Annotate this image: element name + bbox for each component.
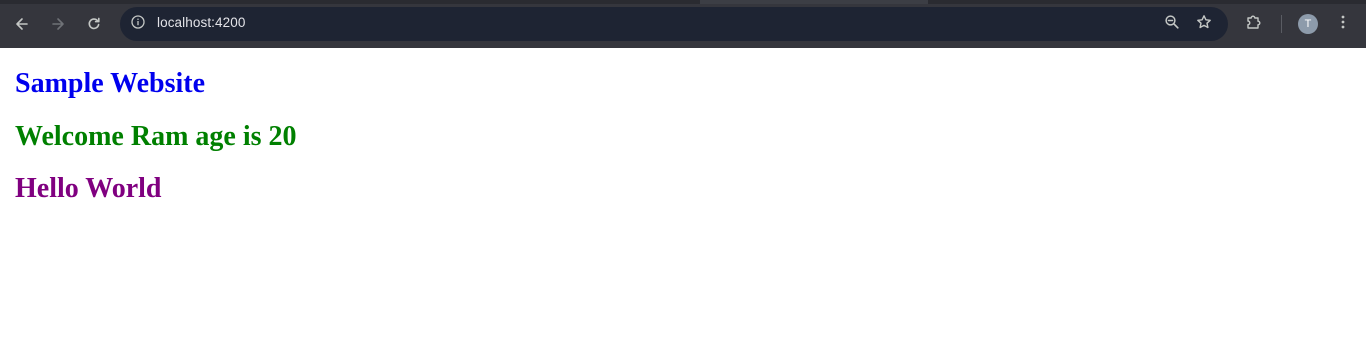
reload-button[interactable] (81, 11, 107, 37)
tab-strip (0, 0, 1366, 4)
toolbar-divider (1281, 15, 1282, 33)
welcome-heading: Welcome Ram age is 20 (15, 121, 297, 152)
browser-menu-button[interactable] (1331, 12, 1355, 36)
zoom-out-icon (1164, 14, 1180, 35)
page-content: Sample Website Welcome Ram age is 20 Hel… (0, 48, 1366, 353)
back-arrow-icon (14, 16, 30, 32)
address-bar[interactable]: localhost:4200 (120, 7, 1228, 41)
forward-button[interactable] (45, 11, 71, 37)
forward-arrow-icon (50, 16, 66, 32)
active-tab-edge[interactable] (700, 0, 928, 4)
extensions-button[interactable] (1242, 12, 1266, 36)
hello-world-heading: Hello World (15, 173, 162, 204)
back-button[interactable] (9, 11, 35, 37)
sample-website-heading: Sample Website (15, 68, 206, 99)
zoom-button[interactable] (1161, 13, 1183, 35)
site-info-button[interactable] (126, 12, 150, 36)
url-text[interactable]: localhost:4200 (157, 15, 245, 30)
star-icon (1196, 14, 1212, 35)
browser-toolbar: localhost:4200 T (0, 0, 1366, 48)
vertical-dots-icon (1335, 14, 1351, 35)
bookmark-button[interactable] (1193, 13, 1215, 35)
puzzle-piece-icon (1245, 13, 1263, 36)
profile-avatar[interactable]: T (1298, 14, 1318, 34)
reload-icon (86, 16, 102, 32)
info-icon (130, 14, 146, 35)
